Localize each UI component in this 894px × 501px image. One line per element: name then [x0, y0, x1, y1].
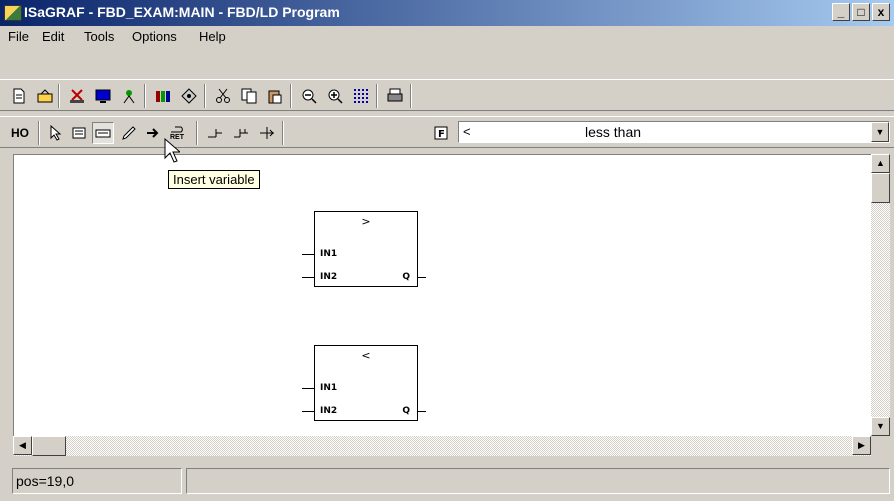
block-operator: <	[361, 349, 371, 362]
separator	[290, 84, 292, 108]
copy-icon[interactable]	[238, 85, 260, 107]
minimize-button[interactable]: _	[832, 3, 850, 21]
combo-label: less than	[585, 124, 642, 140]
zoom-in-icon[interactable]	[324, 85, 346, 107]
combo-symbol: <	[463, 124, 471, 139]
pin-q-line[interactable]	[418, 277, 426, 278]
function-combo[interactable]: < less than ▼	[458, 121, 890, 143]
horizontal-scroll-thumb[interactable]	[32, 436, 66, 456]
menu-tools[interactable]: Tools	[84, 29, 114, 44]
contact-icon[interactable]: HO	[6, 122, 34, 144]
connect-branch-icon[interactable]	[230, 122, 252, 144]
scroll-left-icon[interactable]: ◀	[13, 436, 32, 455]
separator	[144, 84, 146, 108]
pin-q-label: Q	[402, 406, 410, 416]
pin-in1-label: IN1	[320, 249, 338, 259]
settings-icon[interactable]	[178, 85, 200, 107]
close-button[interactable]: x	[872, 3, 890, 21]
app-icon[interactable]	[4, 5, 22, 21]
new-file-icon[interactable]	[8, 85, 30, 107]
scroll-down-icon[interactable]: ▼	[871, 417, 890, 436]
mouse-cursor-icon	[164, 138, 180, 163]
insert-jump-icon[interactable]	[142, 122, 164, 144]
maximize-button[interactable]: □	[852, 3, 870, 21]
separator	[282, 121, 284, 145]
scroll-corner	[871, 436, 890, 456]
status-position: pos=19,0	[12, 468, 182, 494]
pin-q-label: Q	[402, 272, 410, 282]
block-operator: >	[361, 215, 371, 228]
chevron-down-icon[interactable]: ▼	[871, 122, 889, 142]
insert-comment-icon[interactable]	[118, 122, 140, 144]
open-file-icon[interactable]	[34, 85, 56, 107]
pin-in1-label: IN1	[320, 383, 338, 393]
tooltip: Insert variable	[168, 170, 260, 189]
comparison-block[interactable]: < IN1 IN2 Q	[314, 345, 418, 421]
connect-icon[interactable]	[204, 122, 226, 144]
horizontal-scrollbar[interactable]: ◀ ▶	[13, 436, 871, 456]
function-box-icon[interactable]: F	[430, 122, 452, 144]
zoom-out-icon[interactable]	[298, 85, 320, 107]
main-toolbar	[0, 79, 894, 111]
vertical-scrollbar[interactable]: ▲ ▼	[871, 154, 890, 436]
separator	[376, 84, 378, 108]
insert-block-icon[interactable]	[68, 122, 90, 144]
window-title: ISaGRAF - FBD_EXAM:MAIN - FBD/LD Program	[24, 4, 340, 20]
scroll-up-icon[interactable]: ▲	[871, 154, 890, 173]
select-arrow-icon[interactable]	[44, 122, 66, 144]
menu-edit[interactable]: Edit	[42, 29, 64, 44]
monitor-icon[interactable]	[92, 85, 114, 107]
vertical-link-icon[interactable]	[256, 122, 278, 144]
menu-options[interactable]: Options	[132, 29, 177, 44]
insert-variable-icon[interactable]	[92, 122, 114, 144]
scissors-icon[interactable]	[212, 85, 234, 107]
cut-icon[interactable]	[66, 85, 88, 107]
comparison-block[interactable]: > IN1 IN2 Q	[314, 211, 418, 287]
print-icon[interactable]	[384, 85, 406, 107]
separator	[196, 121, 198, 145]
pin-in2-label: IN2	[320, 406, 338, 416]
title-bar: ISaGRAF - FBD_EXAM:MAIN - FBD/LD Program…	[0, 0, 894, 26]
menu-file[interactable]: File	[8, 29, 29, 44]
status-bar: pos=19,0	[0, 460, 894, 501]
paste-icon[interactable]	[264, 85, 286, 107]
library-icon[interactable]	[152, 85, 174, 107]
separator	[410, 84, 412, 108]
grid-icon[interactable]	[350, 85, 372, 107]
vertical-scroll-thumb[interactable]	[871, 173, 890, 203]
pin-q-line[interactable]	[418, 411, 426, 412]
pin-in2-label: IN2	[320, 272, 338, 282]
fbd-canvas[interactable]: > IN1 IN2 Q < IN1 IN2 Q	[13, 154, 871, 436]
menu-help[interactable]: Help	[199, 29, 226, 44]
function-box-label: F	[438, 129, 445, 140]
separator	[204, 84, 206, 108]
pin-in2-line[interactable]	[302, 411, 314, 412]
separator	[58, 84, 60, 108]
pin-in2-line[interactable]	[302, 277, 314, 278]
separator	[38, 121, 40, 145]
pin-in1-line[interactable]	[302, 254, 314, 255]
fbd-toolbar: HO RET F < less than ▼	[0, 116, 894, 148]
debug-icon[interactable]	[118, 85, 140, 107]
status-message	[186, 468, 890, 494]
menu-bar: File Edit Tools Options Help	[0, 26, 894, 48]
pin-in1-line[interactable]	[302, 388, 314, 389]
scroll-right-icon[interactable]: ▶	[852, 436, 871, 455]
